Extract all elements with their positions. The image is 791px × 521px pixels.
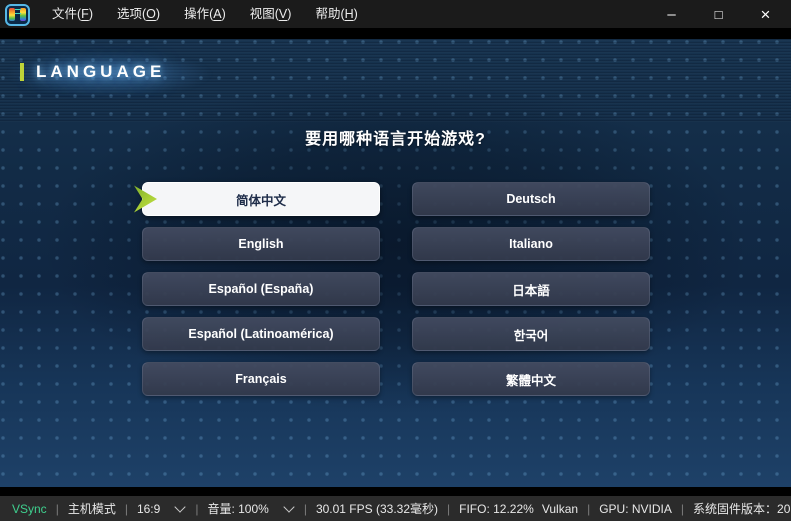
host-mode-status: 主机模式: [68, 500, 116, 517]
language-column-left: 简体中文 English Español (España) Español (L…: [142, 182, 380, 396]
language-label: 한국어: [514, 325, 549, 344]
language-column-right: Deutsch Italiano 日本語 한국어 繁體中文: [412, 182, 650, 396]
language-label: 简体中文: [236, 190, 286, 209]
gpu-status: GPU: NVIDIA: [599, 502, 672, 516]
question-text: 要用哪种语言开始游戏?: [0, 125, 791, 149]
firmware-version-status: 系统固件版本：20.2.0: [693, 500, 791, 517]
game-area: LANGUAGE 要用哪种语言开始游戏? 简体中文 English Españo…: [0, 28, 791, 496]
language-label: English: [238, 237, 283, 251]
cemu-logo-icon: [5, 4, 30, 26]
separator: |: [195, 502, 198, 516]
language-button-italian[interactable]: Italiano: [412, 227, 650, 261]
language-label: Español (Latinoamérica): [188, 327, 333, 341]
app-window: 文件(F) 选项(O) 操作(A) 视图(V) 帮助(H) – □ × LANG…: [0, 0, 791, 521]
separator: |: [304, 502, 307, 516]
fps-status: 30.01 FPS (33.32毫秒): [316, 500, 438, 517]
language-button-french[interactable]: Français: [142, 362, 380, 396]
page-title: LANGUAGE: [36, 62, 165, 82]
fifo-status: FIFO: 12.22%: [459, 502, 534, 516]
separator: |: [56, 502, 59, 516]
status-bar: VSync | 主机模式 | 16:9 | 音量: 100% | 30.01 F…: [0, 496, 791, 521]
menu-bar: 文件(F) 选项(O) 操作(A) 视图(V) 帮助(H): [40, 0, 370, 28]
menu-view[interactable]: 视图(V): [238, 0, 304, 28]
minimize-button[interactable]: –: [648, 0, 695, 28]
graphics-backend-status: Vulkan: [542, 502, 578, 516]
language-label: 日本語: [512, 280, 550, 299]
language-button-english[interactable]: English: [142, 227, 380, 261]
language-grid: 简体中文 English Español (España) Español (L…: [142, 182, 650, 396]
volume-dropdown[interactable]: 音量: 100%: [207, 500, 294, 517]
menu-file[interactable]: 文件(F): [40, 0, 105, 28]
language-button-korean[interactable]: 한국어: [412, 317, 650, 351]
separator: |: [681, 502, 684, 516]
maximize-icon: □: [715, 8, 723, 21]
separator: |: [125, 502, 128, 516]
separator: |: [447, 502, 450, 516]
menu-options[interactable]: 选项(O): [105, 0, 172, 28]
title-accent-bar: [20, 63, 24, 81]
language-label: Français: [235, 372, 286, 386]
language-button-german[interactable]: Deutsch: [412, 182, 650, 216]
language-button-simplified-chinese[interactable]: 简体中文: [142, 182, 380, 216]
language-label: Español (España): [209, 282, 314, 296]
separator: |: [587, 502, 590, 516]
close-button[interactable]: ×: [742, 0, 789, 28]
vsync-status: VSync: [12, 502, 47, 516]
aspect-ratio-dropdown[interactable]: 16:9: [137, 502, 186, 516]
logo-equals-mark: [15, 9, 21, 14]
title-bar: 文件(F) 选项(O) 操作(A) 视图(V) 帮助(H) – □ ×: [0, 0, 791, 28]
menu-help[interactable]: 帮助(H): [303, 0, 369, 28]
volume-value: 音量: 100%: [207, 500, 268, 517]
window-controls: – □ ×: [648, 0, 791, 28]
language-button-traditional-chinese[interactable]: 繁體中文: [412, 362, 650, 396]
status-bar-right: Vulkan | GPU: NVIDIA | 系统固件版本：20.2.0: [538, 500, 791, 517]
close-icon: ×: [761, 6, 771, 23]
menu-actions[interactable]: 操作(A): [172, 0, 238, 28]
language-button-spanish-latam[interactable]: Español (Latinoamérica): [142, 317, 380, 351]
language-label: Italiano: [509, 237, 553, 251]
aspect-ratio-value: 16:9: [137, 502, 160, 516]
language-label: 繁體中文: [506, 370, 556, 389]
logo-rainbow-bar-right: [20, 8, 26, 21]
screen-header: LANGUAGE: [20, 62, 165, 82]
game-viewport: LANGUAGE 要用哪种语言开始游戏? 简体中文 English Españo…: [0, 39, 791, 487]
minimize-icon: –: [667, 7, 675, 22]
language-button-spanish-spain[interactable]: Español (España): [142, 272, 380, 306]
maximize-button[interactable]: □: [695, 0, 742, 28]
language-button-japanese[interactable]: 日本語: [412, 272, 650, 306]
language-label: Deutsch: [506, 192, 555, 206]
chevron-down-icon: [283, 501, 294, 512]
chevron-down-icon: [175, 501, 186, 512]
selection-chevron-right-icon: [134, 186, 157, 213]
